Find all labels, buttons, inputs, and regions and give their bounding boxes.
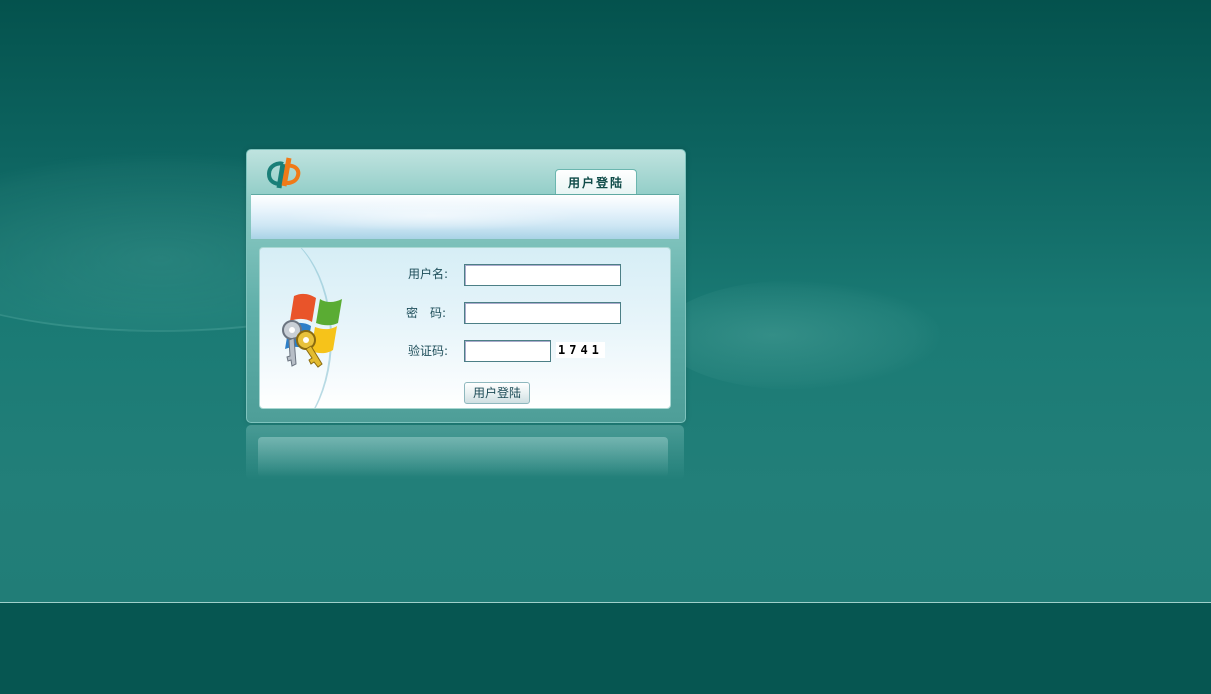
login-button[interactable]: 用户登陆 — [464, 382, 530, 404]
page-background: 用户登陆 用户名: 密 码: 验证码: 1741 用户登陆 — [0, 0, 1211, 694]
header-banner — [251, 194, 679, 240]
footer-band — [0, 602, 1211, 694]
username-input[interactable] — [464, 264, 621, 286]
windows-keys-icon — [282, 293, 342, 368]
password-label: 密 码: — [406, 306, 447, 320]
password-input[interactable] — [464, 302, 621, 324]
background-swoosh-right — [660, 280, 940, 390]
login-form: 用户名: 密 码: 验证码: 1741 用户登陆 — [259, 247, 671, 409]
captcha-image[interactable]: 1741 — [556, 342, 605, 358]
captcha-label: 验证码: — [408, 344, 449, 358]
banner-glow — [281, 201, 581, 231]
brand-logo-icon — [267, 157, 301, 189]
captcha-input[interactable] — [464, 340, 551, 362]
panel-reflection-inner — [258, 437, 668, 477]
login-panel: 用户登陆 用户名: 密 码: 验证码: 1741 用户登陆 — [246, 149, 686, 423]
tab-user-login[interactable]: 用户登陆 — [555, 169, 637, 196]
panel-reflection — [246, 425, 684, 480]
username-label: 用户名: — [408, 267, 449, 281]
